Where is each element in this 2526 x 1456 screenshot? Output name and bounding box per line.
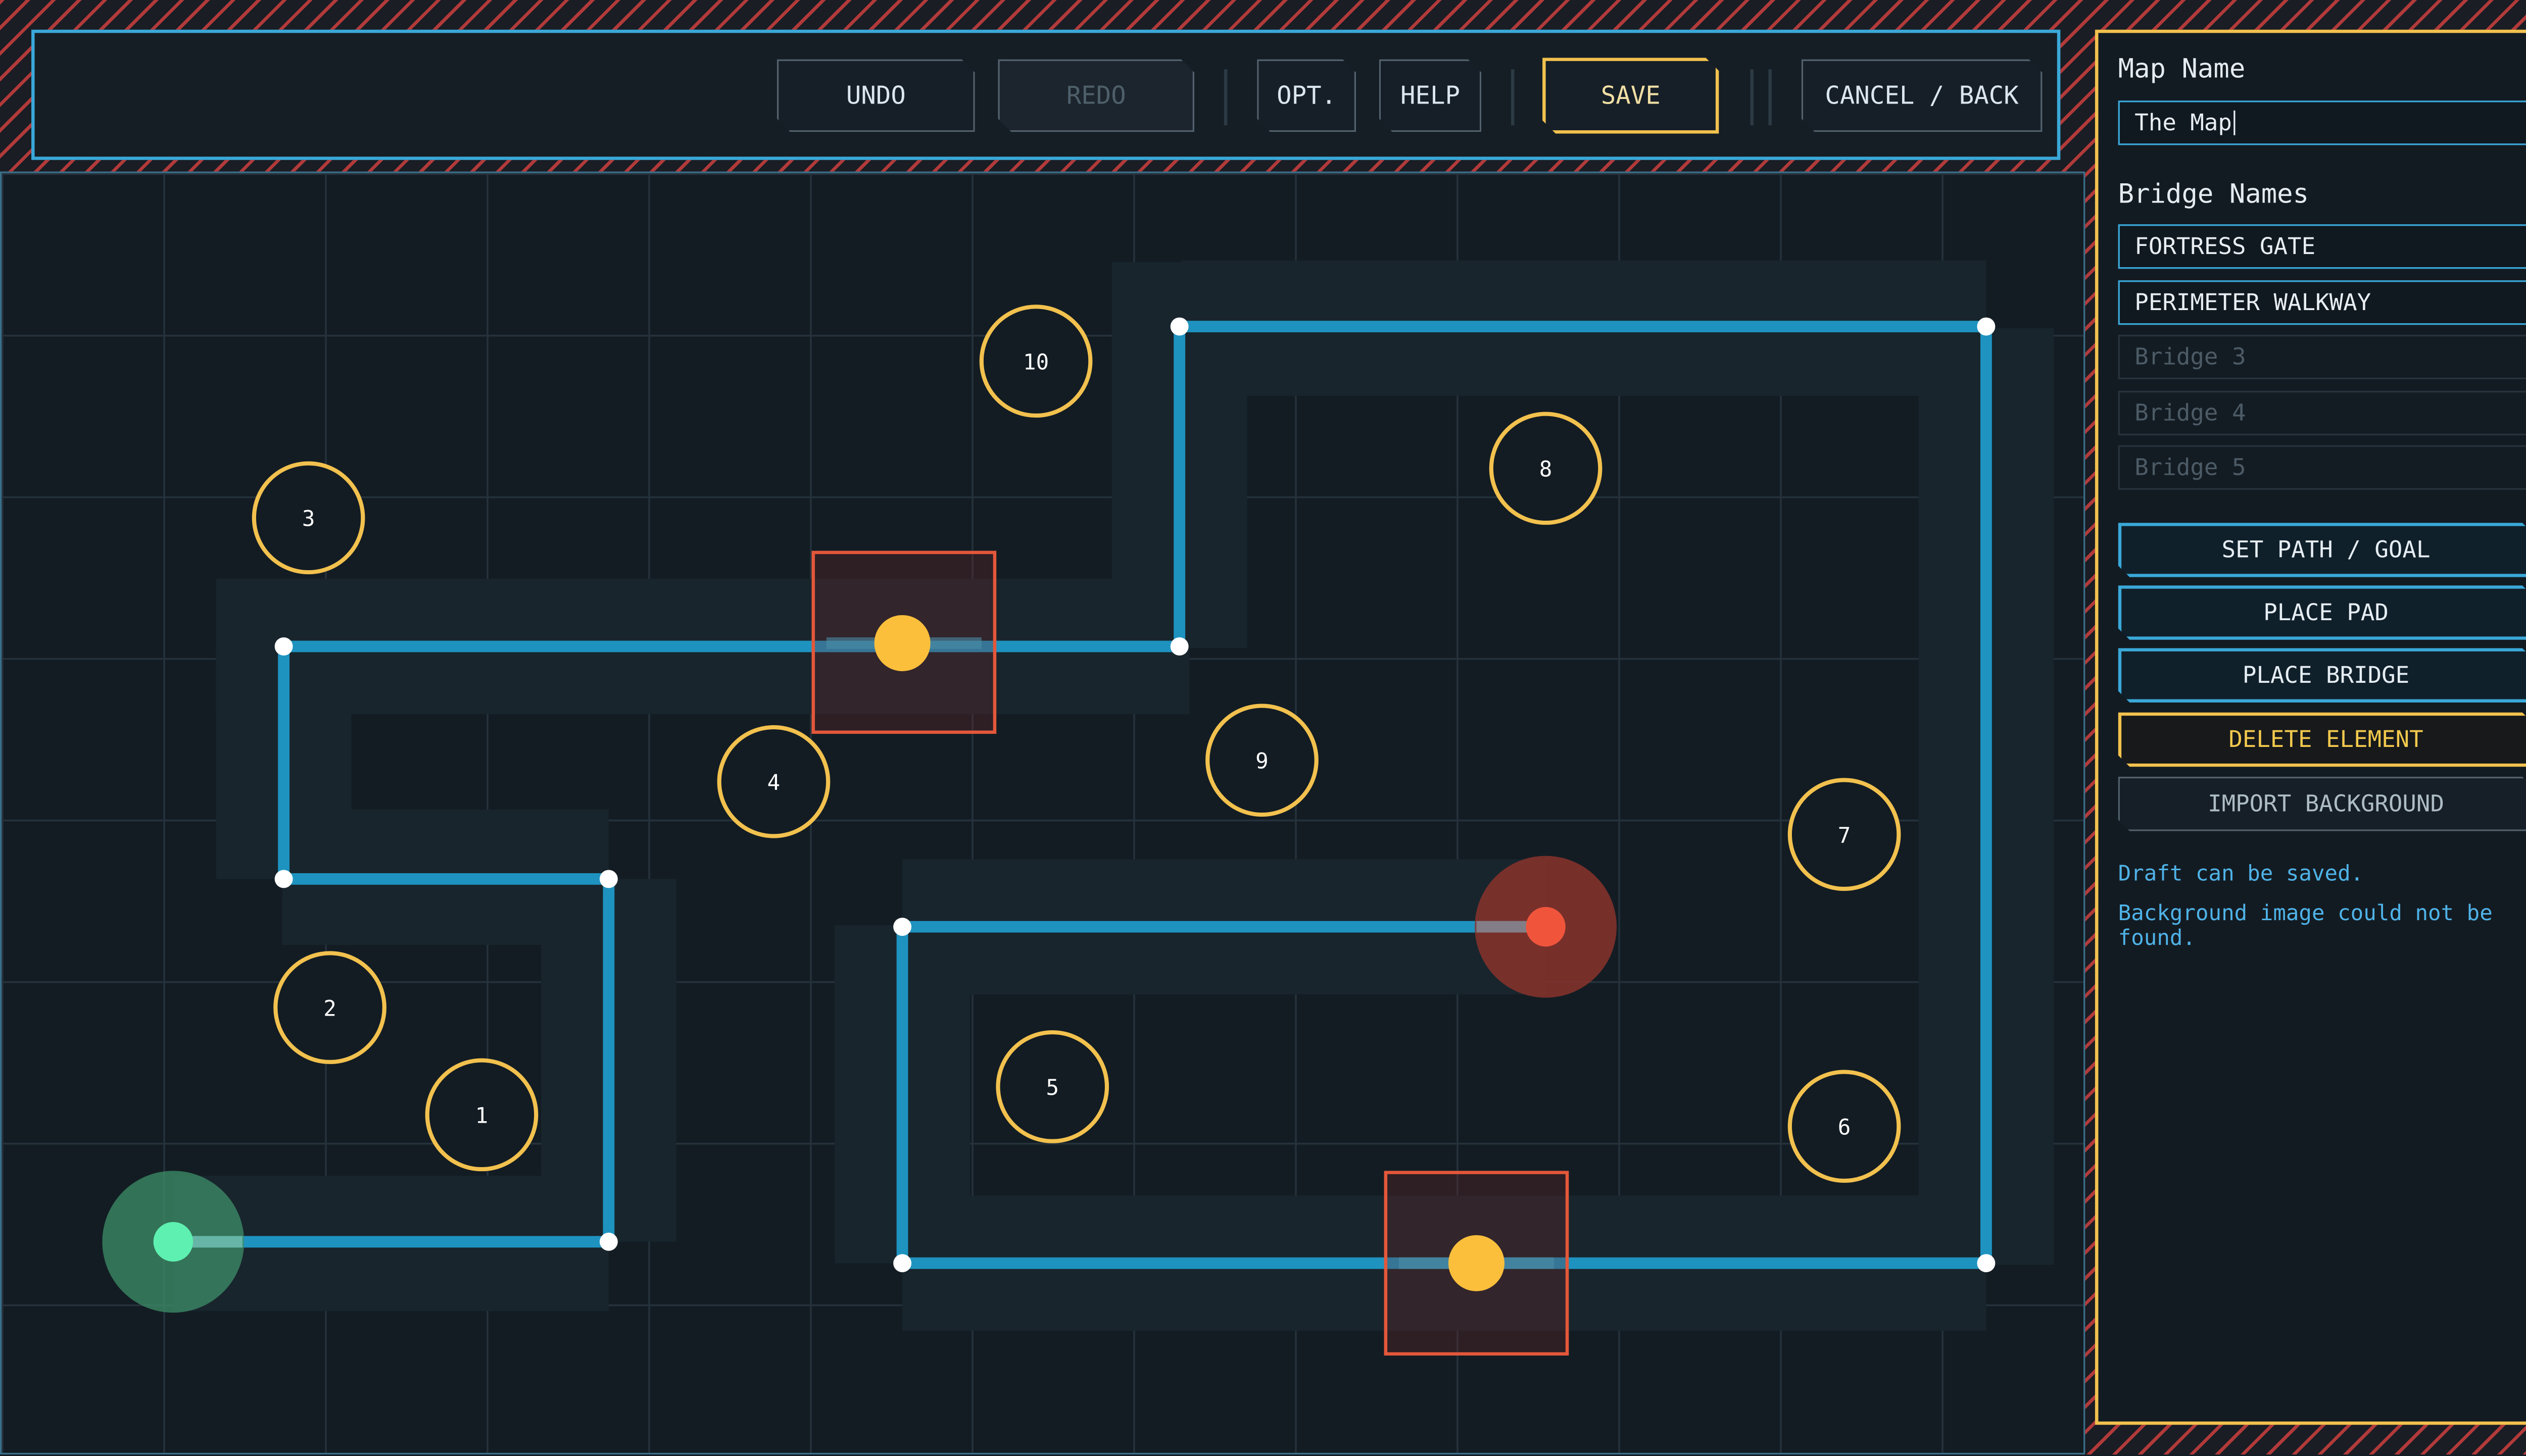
status-background: Background image could not be found. [2118, 902, 2493, 952]
map-name-input[interactable]: The Map [2118, 101, 2526, 145]
place-bridge-button[interactable]: PLACE BRIDGE [2118, 648, 2526, 702]
map-canvas[interactable]: 1 2 3 4 5 6 7 8 9 10 [0, 171, 2085, 1454]
pad-label: 7 [1838, 824, 1851, 848]
path-node[interactable] [1170, 637, 1189, 656]
pad-8[interactable]: 8 [1489, 412, 1602, 525]
pad-5[interactable]: 5 [996, 1030, 1109, 1143]
redo-button[interactable]: REDO [998, 60, 1195, 132]
bridge-marker-icon [874, 615, 931, 671]
text-cursor [2233, 110, 2236, 135]
pad-7[interactable]: 7 [1787, 778, 1901, 891]
set-path-goal-button[interactable]: SET PATH / GOAL [2118, 523, 2526, 577]
path-node[interactable] [599, 1232, 618, 1251]
pad-label: 3 [302, 507, 315, 532]
pad-6[interactable]: 6 [1787, 1070, 1901, 1183]
start-marker-icon [153, 1222, 193, 1262]
pad-10[interactable]: 10 [979, 305, 1093, 418]
pad-label: 5 [1046, 1076, 1059, 1100]
path-node[interactable] [893, 918, 912, 936]
save-button[interactable]: SAVE [1542, 58, 1719, 133]
goal-marker-icon [1526, 907, 1566, 947]
status-draft: Draft can be saved. [2118, 862, 2364, 887]
editor-panel: Map Name The Map Bridge Names FORTRESS G… [2095, 29, 2526, 1425]
map-name-label: Map Name [2118, 53, 2246, 84]
pad-label: 2 [323, 996, 336, 1021]
path-node[interactable] [1977, 317, 1996, 336]
place-pad-button[interactable]: PLACE PAD [2118, 585, 2526, 640]
pad-9[interactable]: 9 [1205, 704, 1319, 817]
path-node[interactable] [893, 1254, 912, 1273]
bridge-name-input-3[interactable]: Bridge 3 [2118, 334, 2526, 380]
pad-3[interactable]: 3 [252, 461, 365, 575]
bridge-name-input-2[interactable]: PERIMETER WALKWAY [2118, 280, 2526, 325]
pad-label: 6 [1838, 1116, 1851, 1140]
toolbar-separator [1511, 69, 1515, 126]
bridge-perimeter-walkway[interactable] [1384, 1171, 1569, 1356]
pad-4[interactable]: 4 [717, 725, 831, 838]
pad-label: 4 [767, 771, 781, 795]
pad-1[interactable]: 1 [425, 1058, 539, 1172]
pad-label: 1 [475, 1104, 489, 1129]
path-node[interactable] [599, 870, 618, 888]
pad-label: 9 [1255, 749, 1269, 774]
options-button[interactable]: OPT. [1257, 60, 1356, 132]
delete-element-button[interactable]: DELETE ELEMENT [2118, 713, 2526, 767]
pad-label: 10 [1023, 350, 1049, 375]
path-node[interactable] [274, 637, 293, 656]
bridge-fortress-gate[interactable] [811, 550, 997, 734]
path-shadow [173, 260, 2054, 1331]
path-node[interactable] [1170, 317, 1189, 336]
bridge-name-input-4[interactable]: Bridge 4 [2118, 390, 2526, 436]
bridge-name-input-5[interactable]: Bridge 5 [2118, 445, 2526, 490]
goal-marker[interactable] [1475, 856, 1617, 998]
toolbar-separator [1768, 69, 1772, 126]
import-background-button[interactable]: IMPORT BACKGROUND [2118, 777, 2526, 831]
pad-label: 8 [1539, 458, 1552, 482]
path-node[interactable] [1977, 1254, 1996, 1273]
map-name-value: The Map [2134, 110, 2232, 136]
map-svg: 1 2 3 4 5 6 7 8 9 10 [102, 260, 2054, 1356]
cancel-back-button[interactable]: CANCEL / BACK [1802, 60, 2043, 132]
pad-2[interactable]: 2 [273, 951, 386, 1064]
help-button[interactable]: HELP [1379, 60, 1481, 132]
bridge-name-input-1[interactable]: FORTRESS GATE [2118, 224, 2526, 269]
start-marker[interactable] [102, 1171, 245, 1313]
path-node[interactable] [274, 870, 293, 888]
toolbar-separator [1224, 69, 1228, 126]
bridge-marker-icon [1448, 1235, 1504, 1291]
toolbar-separator [1750, 69, 1754, 126]
undo-button[interactable]: UNDO [777, 60, 975, 132]
bridge-names-label: Bridge Names [2118, 178, 2309, 210]
